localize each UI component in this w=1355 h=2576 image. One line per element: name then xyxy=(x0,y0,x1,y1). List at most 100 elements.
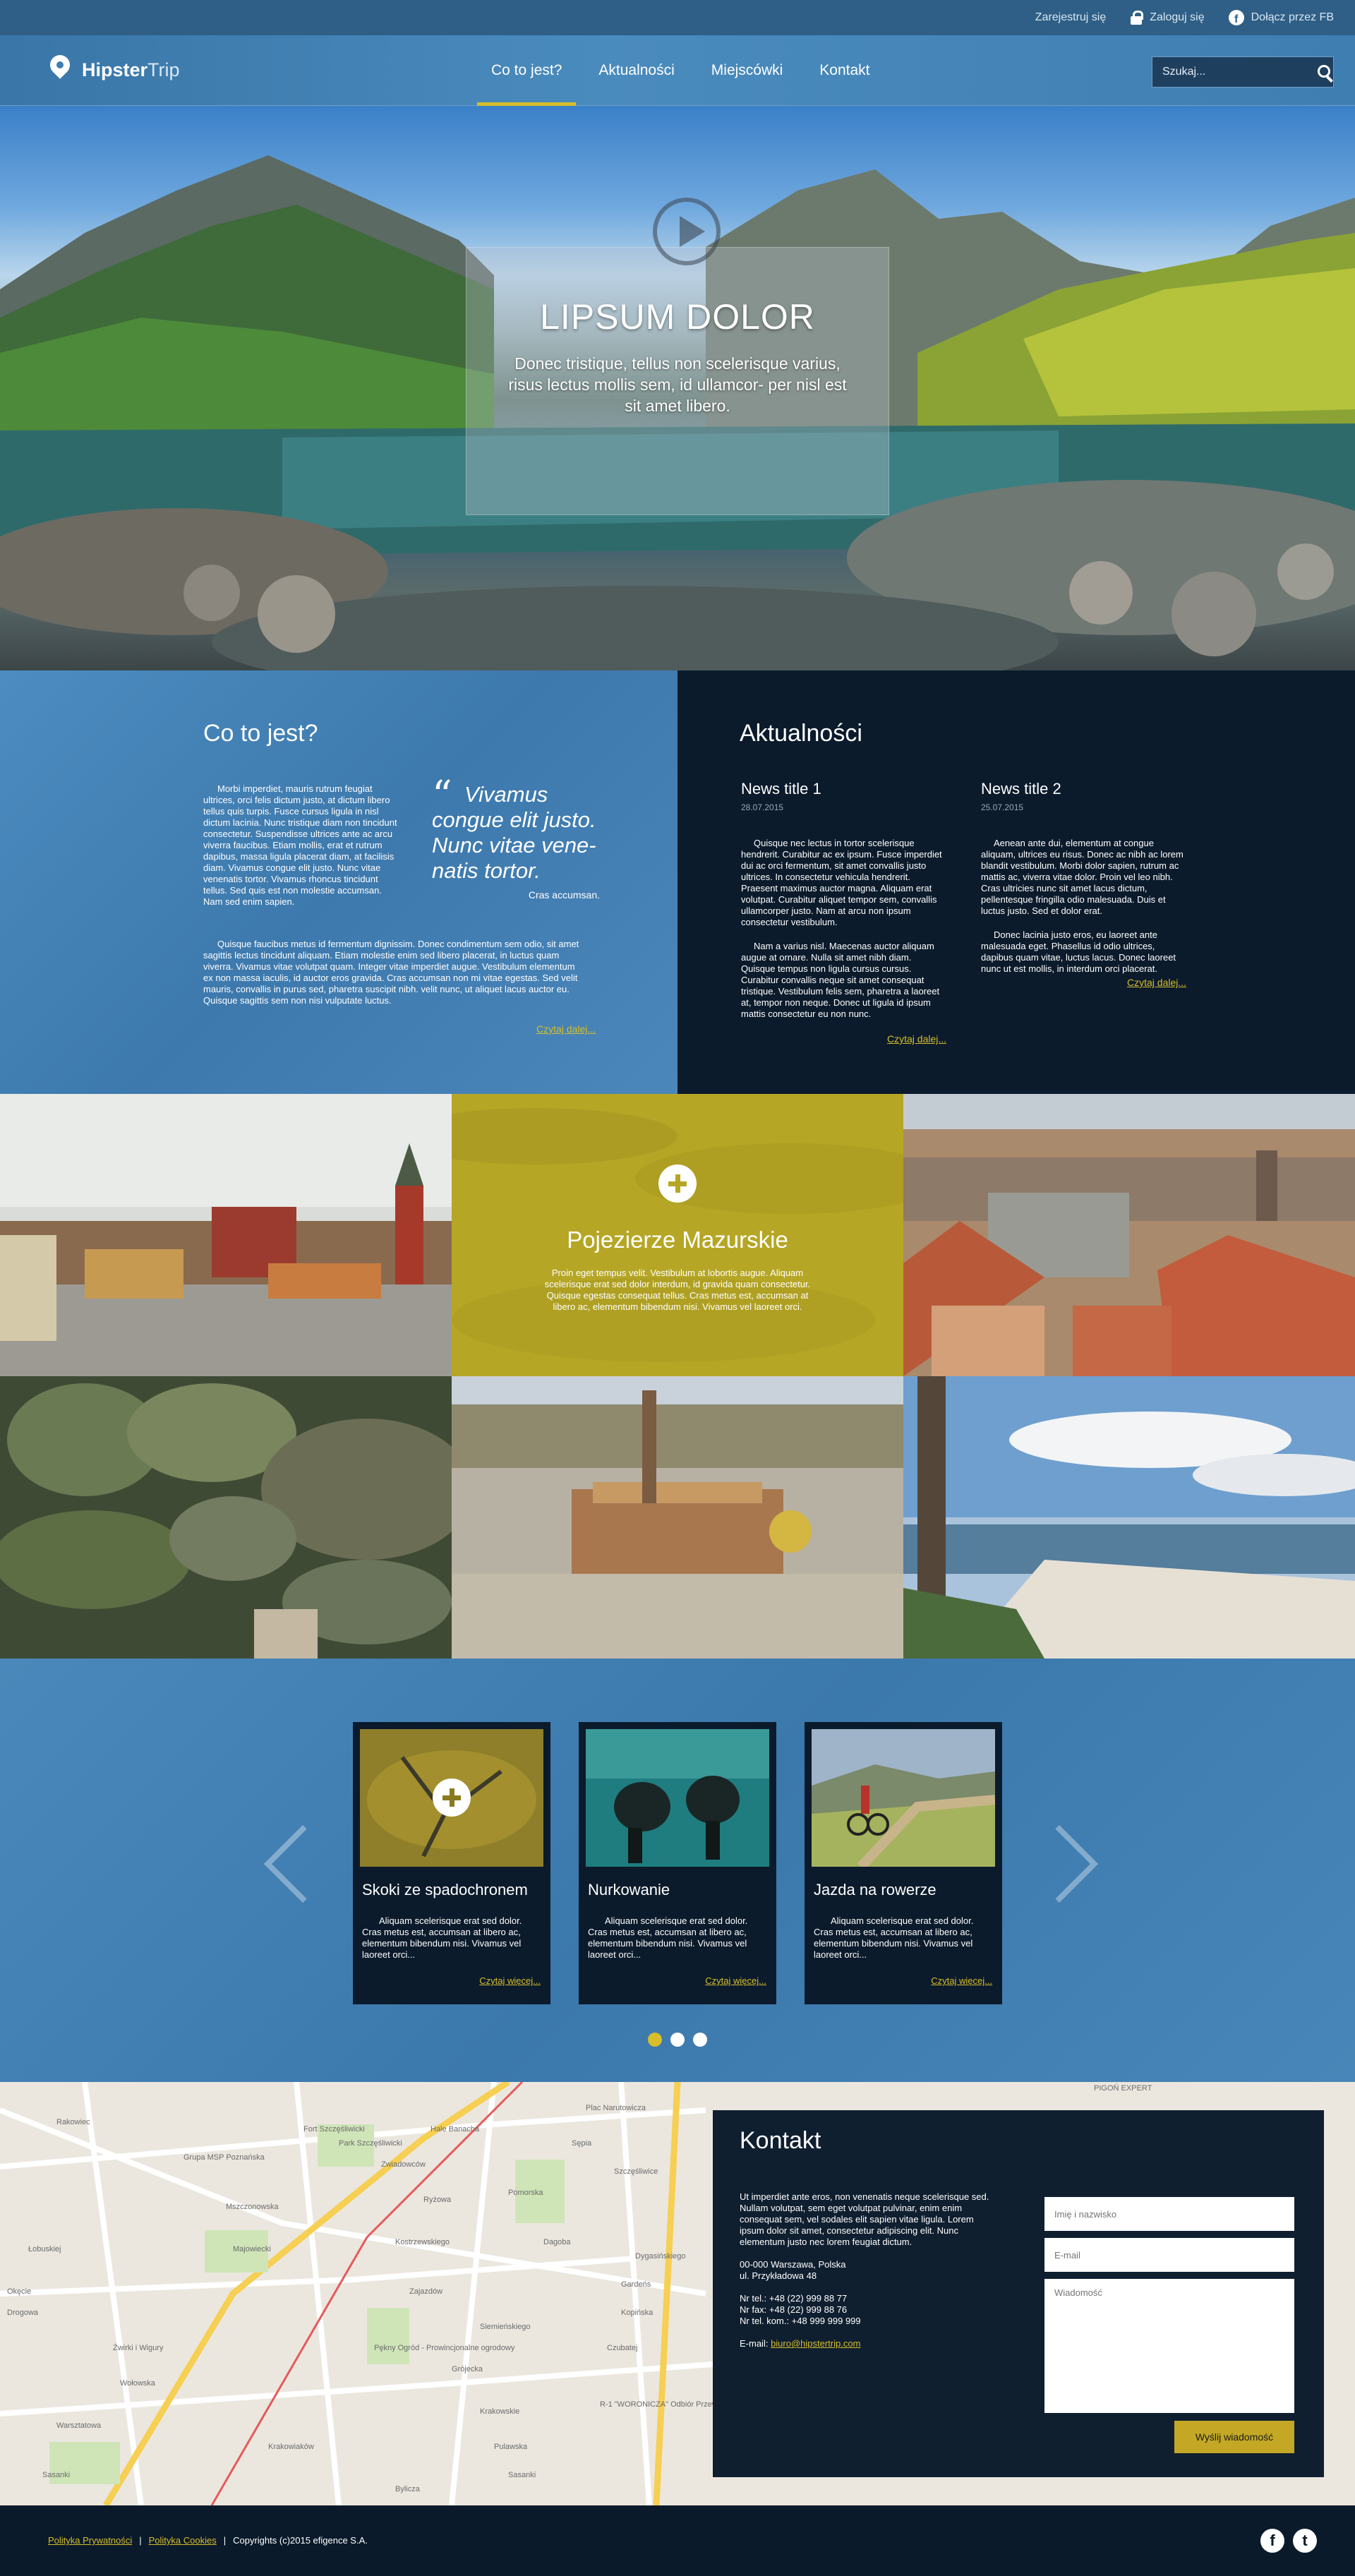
carousel-dot[interactable] xyxy=(670,2033,685,2047)
gallery-tile-rocks[interactable] xyxy=(0,1376,452,1659)
nav-item-contact[interactable]: Kontakt xyxy=(801,35,888,106)
gallery-tile-featured[interactable]: Pojezierze Mazurskie Proin eget tempus v… xyxy=(452,1094,903,1376)
carousel-next-arrow-icon[interactable] xyxy=(1037,1807,1108,1920)
svg-text:Pulawska: Pulawska xyxy=(494,2443,528,2451)
activity-read-more-link[interactable]: Czytaj więcej... xyxy=(479,1975,541,1986)
svg-text:PIGOŃ EXPERT: PIGOŃ EXPERT xyxy=(1094,2083,1152,2093)
nav-item-places[interactable]: Miejscówki xyxy=(693,35,802,106)
contact-phones: Nr tel.: +48 (22) 999 88 77 Nr fax: +48 (… xyxy=(740,2293,994,2327)
plus-icon[interactable] xyxy=(433,1778,471,1817)
about-paragraph-1: Morbi imperdiet, mauris rutrum feugiat u… xyxy=(203,783,397,907)
login-link[interactable]: Zaloguj się xyxy=(1130,11,1205,25)
lock-icon xyxy=(1130,11,1144,25)
carousel-dot[interactable] xyxy=(648,2033,662,2047)
news-item-text: Donec lacinia justo eros, eu laoreet ant… xyxy=(981,929,1176,974)
mobile: Nr tel. kom.: +48 999 999 999 xyxy=(740,2316,861,2326)
gallery-photo xyxy=(0,1376,452,1659)
activity-image xyxy=(586,1729,769,1867)
carousel-prev-arrow-icon[interactable] xyxy=(247,1807,318,1920)
news-title: Aktualności xyxy=(740,720,862,747)
social-links: f t xyxy=(1260,2529,1317,2553)
site-header: HipsterTrip Co to jest? Aktualności Miej… xyxy=(0,35,1355,106)
gallery-tile-beach[interactable] xyxy=(903,1376,1355,1659)
news-item: News title 1 28.07.2015 Quisque nec lect… xyxy=(741,780,946,1020)
svg-text:Zajazdów: Zajazdów xyxy=(409,2287,442,2296)
name-field[interactable] xyxy=(1044,2197,1294,2231)
message-field[interactable] xyxy=(1044,2279,1294,2413)
facebook-join-link[interactable]: f Dołącz przez FB xyxy=(1228,10,1334,25)
activity-title: Skoki ze spadochronem xyxy=(362,1881,528,1898)
activity-card[interactable]: Skoki ze spadochronem Aliquam scelerisqu… xyxy=(353,1722,550,2004)
logo[interactable]: HipsterTrip xyxy=(49,55,180,85)
activity-card[interactable]: Jazda na rowerze Aliquam scelerisque era… xyxy=(805,1722,1002,2004)
facebook-label: Dołącz przez FB xyxy=(1251,11,1334,23)
activity-read-more-link[interactable]: Czytaj więcej... xyxy=(931,1975,992,1986)
cookies-policy-link[interactable]: Polityka Cookies xyxy=(149,2535,217,2546)
address-line-2: ul. Przykładowa 48 xyxy=(740,2270,817,2281)
phone: Nr tel.: +48 (22) 999 88 77 xyxy=(740,2293,848,2304)
svg-text:Kopińska: Kopińska xyxy=(621,2309,654,2317)
twitter-icon[interactable]: t xyxy=(1293,2529,1317,2553)
fax: Nr fax: +48 (22) 999 88 76 xyxy=(740,2304,848,2315)
svg-text:Warsztatowa: Warsztatowa xyxy=(56,2421,102,2430)
svg-text:Zwiadowców: Zwiadowców xyxy=(381,2160,426,2169)
send-message-button[interactable]: Wyślij wiadomość xyxy=(1174,2421,1294,2453)
news-item-date: 25.07.2015 xyxy=(981,802,1024,812)
carousel-dot[interactable] xyxy=(693,2033,707,2047)
nav-item-news[interactable]: Aktualności xyxy=(580,35,692,106)
footer: Polityka Prywatności | Polityka Cookies … xyxy=(0,2505,1355,2576)
svg-text:Krakowskie: Krakowskie xyxy=(480,2407,519,2416)
plus-icon[interactable] xyxy=(658,1164,697,1203)
news-1-read-more-link[interactable]: Czytaj dalej... xyxy=(887,1033,946,1045)
svg-text:Kostrzewskiego: Kostrzewskiego xyxy=(395,2238,450,2246)
svg-text:Majowiecki: Majowiecki xyxy=(233,2245,271,2253)
contact-info: Ut imperdiet ante eros, non venenatis ne… xyxy=(740,2191,994,2361)
activity-card[interactable]: Nurkowanie Aliquam scelerisque erat sed … xyxy=(579,1722,776,2004)
email-field[interactable] xyxy=(1044,2238,1294,2272)
news-item-date: 28.07.2015 xyxy=(741,802,784,812)
gallery-tile-old-town[interactable] xyxy=(903,1094,1355,1376)
svg-text:Pękny Ogród - Prowincjonalne o: Pękny Ogród - Prowincjonalne ogrodowy xyxy=(374,2344,515,2352)
gallery-tile-market-square[interactable] xyxy=(452,1376,903,1659)
search-input[interactable] xyxy=(1152,57,1308,87)
privacy-policy-link[interactable]: Polityka Prywatności xyxy=(48,2535,132,2546)
gallery-photo xyxy=(452,1376,903,1659)
nav-item-about[interactable]: Co to jest? xyxy=(473,35,580,106)
news-item-title[interactable]: News title 2 xyxy=(981,780,1186,798)
svg-text:Czubatej: Czubatej xyxy=(607,2344,637,2352)
news-item-title[interactable]: News title 1 xyxy=(741,780,946,798)
logo-text: HipsterTrip xyxy=(82,59,180,81)
featured-place-text: Proin eget tempus velit. Vestibulum at l… xyxy=(544,1268,811,1312)
hero-subtitle: Donec tristique, tellus non scelerisque … xyxy=(508,354,847,415)
footer-separator: | xyxy=(139,2535,142,2546)
gallery-tile-castle-square[interactable] xyxy=(0,1094,452,1376)
svg-text:Bylicza: Bylicza xyxy=(395,2485,421,2493)
about-title: Co to jest? xyxy=(203,720,318,747)
svg-text:Sępia: Sępia xyxy=(572,2139,592,2148)
activity-read-more-link[interactable]: Czytaj więcej... xyxy=(705,1975,766,1986)
activity-title: Nurkowanie xyxy=(588,1881,670,1898)
news-2-read-more-link[interactable]: Czytaj dalej... xyxy=(1127,977,1186,988)
svg-text:Grupa MSP Poznańska: Grupa MSP Poznańska xyxy=(183,2153,265,2162)
map-pin-icon xyxy=(49,55,71,85)
svg-text:Sasanki: Sasanki xyxy=(42,2471,70,2479)
svg-text:Ryżowa: Ryżowa xyxy=(423,2196,452,2204)
play-icon[interactable] xyxy=(653,198,721,265)
activity-image xyxy=(812,1729,995,1867)
email-link[interactable]: biuro@hipstertrip.com xyxy=(771,2338,860,2349)
svg-text:Grójecka: Grójecka xyxy=(452,2365,483,2373)
carousel-pagination xyxy=(648,2033,707,2047)
svg-text:Mszczonowska: Mszczonowska xyxy=(226,2203,279,2211)
news-item-text: Aenean ante dui, elementum at congue ali… xyxy=(981,838,1184,916)
register-link[interactable]: Zarejestruj się xyxy=(1035,11,1106,24)
svg-text:Sasanki: Sasanki xyxy=(508,2471,536,2479)
contact-intro: Ut imperdiet ante eros, non venenatis ne… xyxy=(740,2191,989,2247)
gallery-photo xyxy=(0,1094,452,1376)
svg-text:Gardeńs: Gardeńs xyxy=(621,2280,651,2289)
activity-image xyxy=(360,1729,543,1867)
about-read-more-link[interactable]: Czytaj dalej... xyxy=(536,1023,596,1035)
facebook-icon[interactable]: f xyxy=(1260,2529,1284,2553)
contact-email: E-mail: biuro@hipstertrip.com xyxy=(740,2338,994,2349)
search-icon[interactable] xyxy=(1308,56,1333,88)
address-line-1: 00-000 Warszawa, Polska xyxy=(740,2259,846,2270)
